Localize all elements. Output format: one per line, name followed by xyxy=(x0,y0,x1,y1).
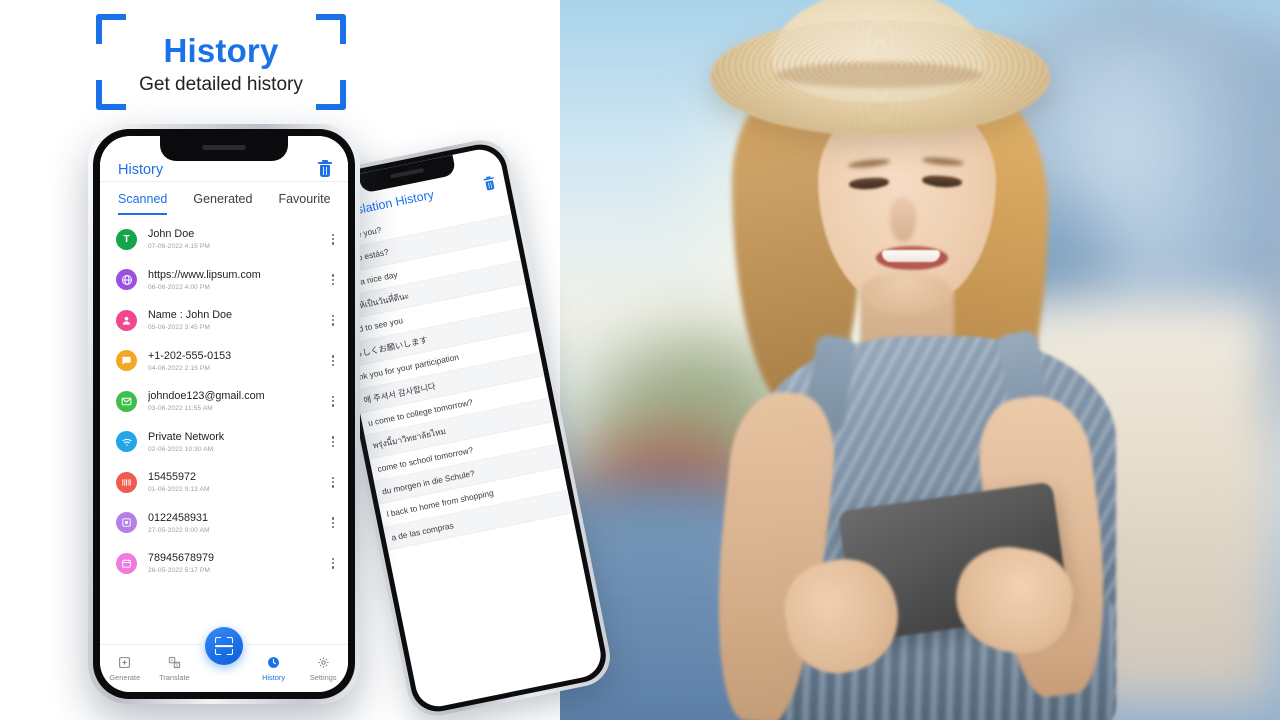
list-item[interactable]: 15455972 01-06-2022 9:13 AM xyxy=(100,462,348,503)
nav-label-translate: Translate xyxy=(159,672,190,682)
tab-favourite[interactable]: Favourite xyxy=(278,192,330,215)
list-item[interactable]: 78945678979 26-05-2022 5:17 PM xyxy=(100,543,348,584)
list-item[interactable]: Private Network 02-06-2022 10:30 AM xyxy=(100,422,348,463)
list-item[interactable]: T John Doe 07-06-2022 4:15 PM xyxy=(100,219,348,260)
headline-subtitle: Get detailed history xyxy=(139,74,303,95)
history-list[interactable]: T John Doe 07-06-2022 4:15 PM https://ww… xyxy=(100,215,348,644)
history-tabs: Scanned Generated Favourite xyxy=(100,182,348,215)
list-item-subtitle: 04-06-2022 2:15 PM xyxy=(148,364,210,372)
phone-front-notch xyxy=(160,136,288,161)
text-icon: T xyxy=(116,228,137,250)
list-item-subtitle: 03-06-2022 11:55 AM xyxy=(148,405,213,413)
tab-generated[interactable]: Generated xyxy=(193,192,252,215)
page-title: History xyxy=(118,161,164,178)
nav-item-history[interactable]: History xyxy=(249,656,299,682)
list-item-subtitle: 26-05-2022 5:17 PM xyxy=(148,567,210,575)
headline-title: History xyxy=(163,32,279,69)
history-icon xyxy=(267,656,281,670)
list-item-title: 15455972 xyxy=(148,471,197,484)
svg-text:A: A xyxy=(171,657,174,662)
list-item-title: +1-202-555-0153 xyxy=(148,349,232,362)
list-item[interactable]: https://www.lipsum.com 06-06-2022 4:00 P… xyxy=(100,260,348,301)
overflow-menu-icon[interactable] xyxy=(326,314,334,326)
nav-item-translate[interactable]: A 文 Translate xyxy=(150,656,200,682)
list-item-subtitle: 07-06-2022 4:15 PM xyxy=(148,243,210,251)
translate-icon: A 文 xyxy=(167,656,181,670)
overflow-menu-icon[interactable] xyxy=(326,476,334,488)
trash-icon[interactable] xyxy=(483,177,496,191)
bottom-navigation: Generate A 文 Translate History Settings xyxy=(100,627,348,692)
list-item-title: 78945678979 xyxy=(148,552,215,565)
nav-item-generate[interactable]: Generate xyxy=(100,656,150,682)
list-item-subtitle: 02-06-2022 10:30 AM xyxy=(148,445,214,453)
list-item-subtitle: 06-06-2022 4:00 PM xyxy=(148,283,210,291)
list-item-subtitle: 01-06-2022 9:13 AM xyxy=(148,486,210,494)
phone-front-frame: History Scanned Generated Favourite T Jo… xyxy=(88,124,360,704)
overflow-menu-icon[interactable] xyxy=(326,557,334,569)
sms-icon xyxy=(116,350,137,372)
svg-text:文: 文 xyxy=(175,662,180,669)
tab-scanned[interactable]: Scanned xyxy=(118,192,168,215)
phone-front-bezel: History Scanned Generated Favourite T Jo… xyxy=(93,129,355,699)
headline-block: History Get detailed history xyxy=(96,14,346,110)
email-icon xyxy=(116,390,137,412)
list-item-title: John Doe xyxy=(148,228,195,241)
nose xyxy=(890,198,916,242)
scan-icon xyxy=(215,637,233,655)
list-item-title: Name : John Doe xyxy=(148,309,233,322)
wifi-icon xyxy=(116,431,137,453)
overflow-menu-icon[interactable] xyxy=(326,274,334,286)
overflow-menu-icon[interactable] xyxy=(326,233,334,245)
gear-icon xyxy=(316,656,330,670)
trash-icon[interactable] xyxy=(318,159,332,178)
list-item[interactable]: 0122458931 27-05-2022 9:00 AM xyxy=(100,503,348,544)
overflow-menu-icon[interactable] xyxy=(326,395,334,407)
background-photo xyxy=(560,0,1280,720)
generate-icon xyxy=(118,656,132,670)
chin xyxy=(860,272,952,314)
list-item-subtitle: 05-06-2022 3:45 PM xyxy=(148,324,210,332)
nav-label-history: History xyxy=(262,672,286,682)
list-item-title: johndoe123@gmail.com xyxy=(148,390,265,403)
avatar-letter: T xyxy=(123,233,130,245)
woman-figure xyxy=(560,0,1280,720)
person-icon xyxy=(116,309,137,331)
translation-rows: How are you? ¿Cómo estás? have a nice da… xyxy=(322,192,573,551)
overflow-menu-icon[interactable] xyxy=(326,517,334,529)
sun-hat-weave xyxy=(712,20,1048,134)
list-item-title: Private Network xyxy=(148,430,225,443)
nav-item-settings[interactable]: Settings xyxy=(298,656,348,682)
list-item-title: https://www.lipsum.com xyxy=(148,268,261,281)
globe-icon xyxy=(116,269,137,291)
nav-label-generate: Generate xyxy=(109,672,141,682)
list-item[interactable]: +1-202-555-0153 04-06-2022 2:15 PM xyxy=(100,341,348,382)
scan-fab-button[interactable] xyxy=(205,627,243,665)
poster-canvas: History Get detailed history Translation… xyxy=(0,0,1280,720)
list-item-subtitle: 27-05-2022 9:00 AM xyxy=(148,526,210,534)
overflow-menu-icon[interactable] xyxy=(326,355,334,367)
isbn-icon xyxy=(116,512,137,534)
calendar-icon xyxy=(116,552,137,574)
list-item[interactable]: johndoe123@gmail.com 03-06-2022 11:55 AM xyxy=(100,381,348,422)
barcode-icon xyxy=(116,471,137,493)
phone-history: History Scanned Generated Favourite T Jo… xyxy=(88,124,360,704)
list-item-title: 0122458931 xyxy=(148,511,209,524)
overflow-menu-icon[interactable] xyxy=(326,436,334,448)
list-item[interactable]: Name : John Doe 05-06-2022 3:45 PM xyxy=(100,300,348,341)
phone-front-screen: History Scanned Generated Favourite T Jo… xyxy=(100,136,348,692)
nav-label-settings: Settings xyxy=(309,672,337,682)
teeth xyxy=(882,250,940,262)
